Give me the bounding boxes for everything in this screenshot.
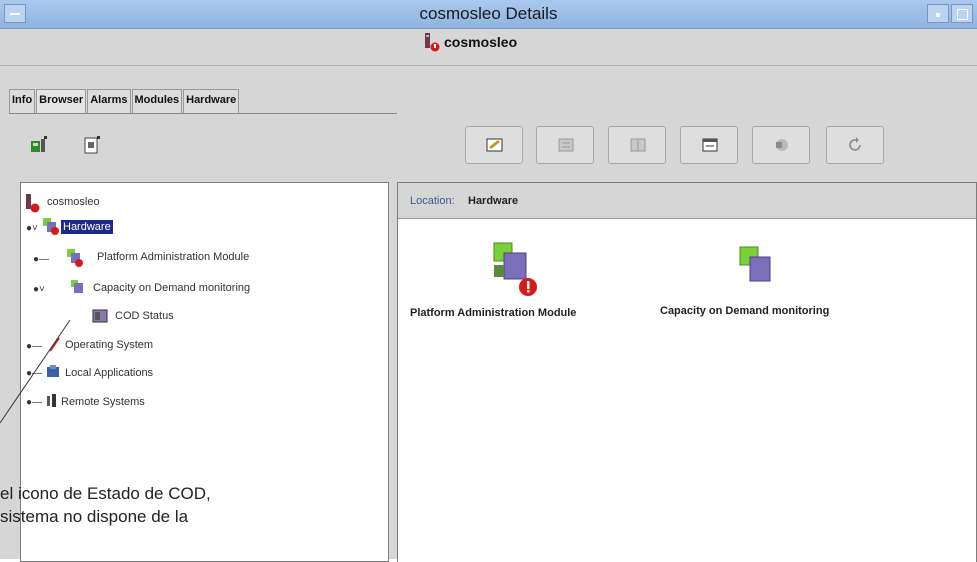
table-button[interactable]	[608, 126, 666, 164]
status-icon	[92, 309, 108, 323]
content-area: Platform Administration Module Capacity …	[398, 219, 976, 562]
grid-icon	[558, 138, 574, 152]
properties-icon	[702, 138, 718, 152]
tree-node-cod[interactable]: Capacity on Demand monitoring	[91, 281, 252, 295]
object-label-cod[interactable]: Capacity on Demand monitoring	[660, 305, 829, 317]
tab-modules[interactable]: Modules	[131, 89, 183, 114]
window-title: cosmosleo Details	[419, 4, 558, 23]
hardware-icon	[43, 218, 59, 235]
host-header: cosmosleo	[0, 29, 977, 66]
expand-toggle[interactable]: ●—	[26, 368, 42, 379]
tree-node-cod-status[interactable]: COD Status	[113, 309, 176, 323]
server-alarm-icon	[26, 194, 40, 213]
edit-button[interactable]	[465, 126, 523, 164]
location-label: Location:	[410, 195, 455, 207]
cod-module-icon[interactable]	[736, 243, 776, 287]
tab-browser[interactable]: Browser	[36, 89, 87, 114]
tab-info[interactable]: Info	[9, 89, 36, 114]
callout-text: el icono de Estado de COD, sistema no di…	[0, 482, 360, 528]
callout-line-2: sistema no dispone de la	[0, 507, 189, 526]
tree-node-remote[interactable]: Remote Systems	[59, 395, 147, 409]
title-bar[interactable]: cosmosleo Details	[0, 0, 977, 29]
view-button[interactable]	[536, 126, 594, 164]
probe-button[interactable]	[752, 126, 810, 164]
callout-line-1: el icono de Estado de COD,	[0, 484, 211, 503]
module-alarm-icon	[67, 249, 83, 267]
details-window: cosmosleo Details cosmosleo Info Browser…	[0, 0, 977, 562]
remote-systems-icon	[47, 394, 56, 407]
module-icon	[71, 280, 83, 293]
host-name: cosmosleo	[444, 34, 518, 50]
expand-toggle[interactable]: ●—	[26, 341, 42, 352]
content-panel: Location: Hardware Platform Administrati…	[397, 182, 977, 562]
tab-alarms[interactable]: Alarms	[87, 89, 131, 114]
expand-toggle[interactable]: ●—	[33, 254, 49, 265]
minimize-button[interactable]	[927, 4, 949, 23]
applications-icon	[47, 365, 59, 377]
tree-node-os[interactable]: Operating System	[63, 338, 155, 352]
properties-button[interactable]	[680, 126, 738, 164]
expand-toggle[interactable]: ●—	[26, 397, 42, 408]
new-object-icon[interactable]	[30, 136, 48, 154]
pam-module-icon[interactable]	[490, 239, 542, 299]
refresh-icon	[849, 137, 861, 151]
tab-hardware[interactable]: Hardware	[183, 89, 240, 114]
location-value: Hardware	[468, 195, 519, 207]
location-bar: Location: Hardware	[398, 183, 976, 219]
tree-node-root[interactable]: cosmosleo	[45, 195, 102, 209]
expand-toggle[interactable]: ●˅	[33, 284, 45, 295]
probe-icon	[776, 139, 788, 151]
tab-divider	[9, 113, 397, 114]
object-label-pam[interactable]: Platform Administration Module	[410, 307, 576, 319]
table-icon	[630, 138, 646, 152]
tree-node-hardware[interactable]: Hardware	[61, 220, 113, 234]
tree-node-local-apps[interactable]: Local Applications	[63, 366, 155, 380]
tab-bar: Info Browser Alarms Modules Hardware	[9, 89, 240, 114]
tree-node-pam[interactable]: Platform Administration Module	[95, 250, 251, 264]
edit-icon	[486, 138, 503, 152]
os-icon	[49, 337, 60, 352]
maximize-button[interactable]	[951, 4, 973, 23]
refresh-button[interactable]	[826, 126, 884, 164]
new-document-icon[interactable]	[83, 136, 101, 154]
expand-toggle[interactable]: ●˅	[26, 223, 38, 234]
server-alarm-icon	[425, 33, 440, 52]
